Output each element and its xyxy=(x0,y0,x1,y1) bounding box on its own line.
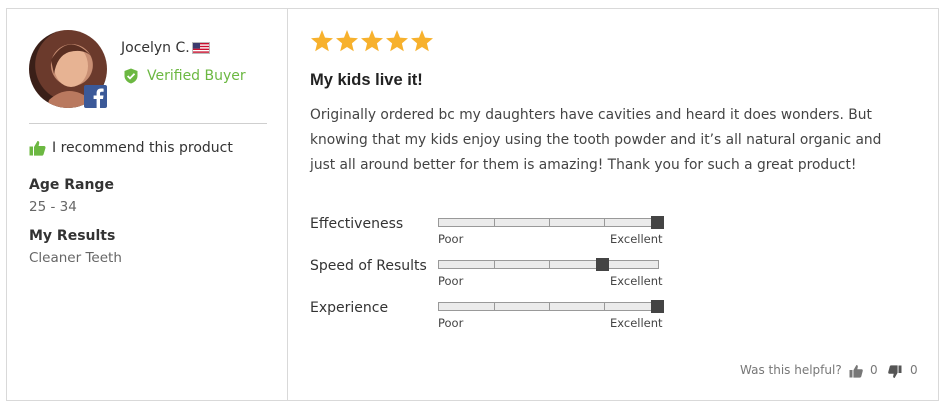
my-results-label: My Results xyxy=(29,228,116,244)
slider-knob xyxy=(651,216,664,229)
star-icon xyxy=(335,29,359,53)
verified-label: Verified Buyer xyxy=(147,68,246,84)
review-title: My kids live it! xyxy=(310,71,423,89)
divider xyxy=(29,123,267,124)
slider-knob xyxy=(596,258,609,271)
verified-check-icon xyxy=(124,68,138,84)
slider-track-experience xyxy=(438,300,664,313)
reviewer-name: Jocelyn C. xyxy=(121,40,190,56)
slider-min-label: Poor xyxy=(438,316,464,330)
thumbs-up-icon xyxy=(29,141,46,156)
slider-min-label: Poor xyxy=(438,232,464,246)
slider-track-effectiveness xyxy=(438,216,664,229)
recommend-statement: I recommend this product xyxy=(29,140,233,156)
my-results-value: Cleaner Teeth xyxy=(29,250,122,266)
slider-knob xyxy=(651,300,664,313)
slider-max-label: Excellent xyxy=(610,274,663,288)
slider-max-label: Excellent xyxy=(610,232,663,246)
star-rating xyxy=(310,29,435,53)
helpful-prompt: Was this helpful? xyxy=(740,363,842,377)
slider-track-speed xyxy=(438,258,659,271)
star-icon xyxy=(360,29,384,53)
star-icon xyxy=(410,29,434,53)
age-range-value: 25 - 34 xyxy=(29,199,77,215)
age-range-label: Age Range xyxy=(29,177,114,193)
thumbs-up-vote-icon[interactable] xyxy=(849,364,863,378)
review-card: Jocelyn C. Verified Buyer I recommend th… xyxy=(6,8,939,401)
reviewer-panel: Jocelyn C. Verified Buyer I recommend th… xyxy=(7,9,288,400)
recommend-text: I recommend this product xyxy=(52,140,233,156)
slider-label-experience: Experience xyxy=(310,300,389,316)
slider-min-label: Poor xyxy=(438,274,464,288)
verified-buyer-badge: Verified Buyer xyxy=(123,68,246,84)
slider-label-effectiveness: Effectiveness xyxy=(310,216,404,232)
star-icon xyxy=(310,29,334,53)
thumbs-down-vote-icon[interactable] xyxy=(888,365,902,379)
slider-max-label: Excellent xyxy=(610,316,663,330)
star-icon xyxy=(385,29,409,53)
facebook-icon xyxy=(84,85,107,108)
review-body: Originally ordered bc my daughters have … xyxy=(310,107,882,173)
us-flag-icon xyxy=(192,42,210,54)
helpful-down-count: 0 xyxy=(910,363,918,377)
helpful-up-count: 0 xyxy=(870,363,878,377)
slider-label-speed: Speed of Results xyxy=(310,258,427,274)
